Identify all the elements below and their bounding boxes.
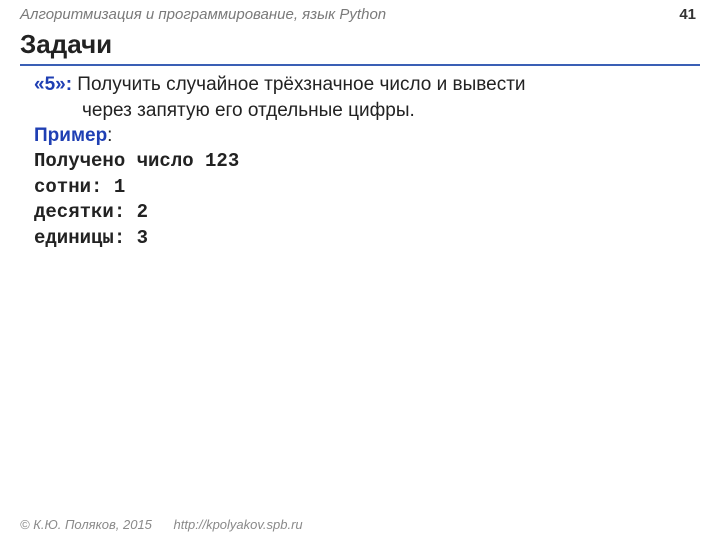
page-title: Задачи: [20, 29, 700, 62]
footer-url: http://kpolyakov.spb.ru: [174, 517, 303, 532]
task-text-2: через запятую его отдельные цифры.: [82, 98, 696, 124]
footer: © К.Ю. Поляков, 2015 http://kpolyakov.sp…: [20, 517, 303, 532]
task-text-1: Получить случайное трёхзначное число и в…: [72, 74, 525, 95]
example-label-line: Пример:: [34, 123, 696, 149]
title-block: Задачи: [20, 29, 700, 66]
example-label: Пример: [34, 125, 107, 146]
page-number: 41: [679, 6, 696, 23]
grade-label: «5»:: [34, 74, 72, 95]
example-output-1: сотни: 1: [34, 175, 696, 201]
footer-copyright: © К.Ю. Поляков, 2015: [20, 517, 152, 532]
example-output-3: единицы: 3: [34, 226, 696, 252]
course-title: Алгоритмизация и программирование, язык …: [20, 6, 386, 23]
example-colon: :: [107, 125, 112, 146]
example-output-0: Получено число 123: [34, 149, 696, 175]
content-area: «5»: Получить случайное трёхзначное числ…: [0, 66, 720, 251]
example-output-2: десятки: 2: [34, 200, 696, 226]
task-line-1: «5»: Получить случайное трёхзначное числ…: [34, 72, 696, 98]
header-bar: Алгоритмизация и программирование, язык …: [0, 0, 720, 27]
